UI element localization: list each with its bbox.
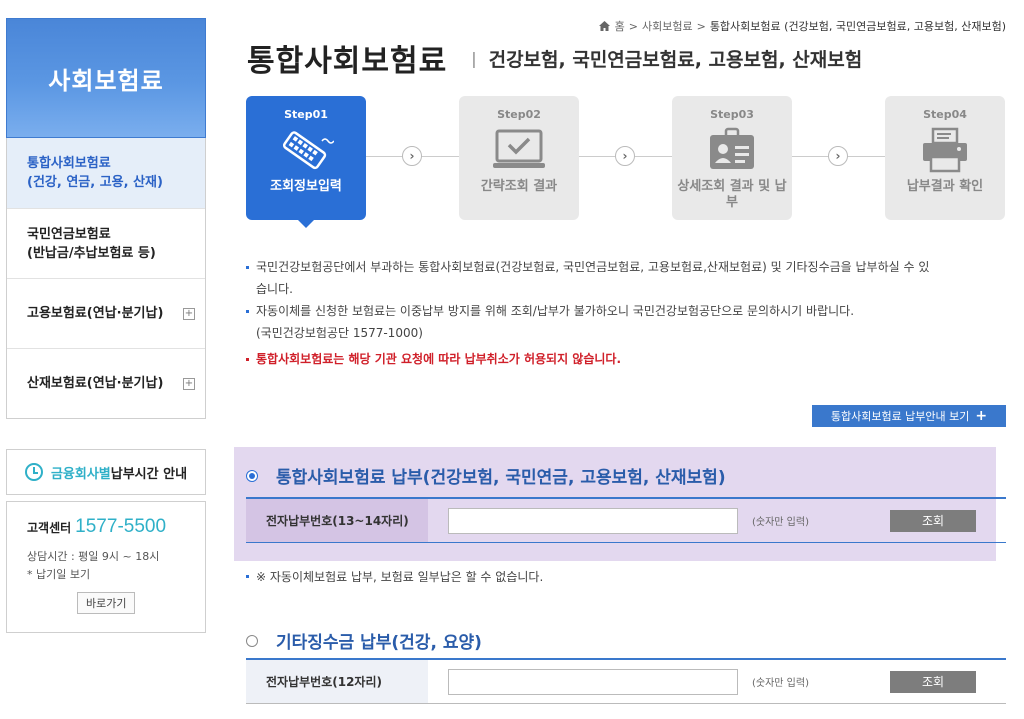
payment-number-row: 전자납부번호(12자리) (숫자만 입력) 조회 bbox=[246, 658, 1006, 704]
step-3: Step03 상세조회 결과 및 납부 bbox=[672, 96, 792, 220]
chevron-right-icon: › bbox=[615, 146, 635, 166]
title-separator: | bbox=[471, 48, 477, 68]
breadcrumb-separator: > bbox=[628, 19, 638, 33]
other-payment-section: 기타징수금 납부(건강, 요양) 전자납부번호(12자리) (숫자만 입력) 조… bbox=[234, 612, 1006, 719]
step-label: 상세조회 결과 및 납부 bbox=[677, 179, 787, 210]
sidebar-menu: 통합사회보험료 (건강, 연금, 고용, 산재) 국민연금보험료 (반납금/추납… bbox=[6, 138, 206, 419]
payment-number-input[interactable] bbox=[448, 668, 738, 695]
guide-button-label: 통합사회보험료 납부안내 보기 bbox=[830, 410, 970, 423]
notice-item-cont: (국민건강보험공단 1577-1000) bbox=[256, 326, 423, 340]
notice-item: 자동이체를 신청한 보험료는 이중납부 방지를 위해 조회/납부가 불가하오니 … bbox=[246, 300, 1006, 322]
notice-warning: 통합사회보험료는 해당 기관 요청에 따라 납부취소가 허용되지 않습니다. bbox=[246, 348, 1006, 370]
plus-icon: + bbox=[975, 408, 988, 424]
payment-number-input[interactable] bbox=[448, 507, 738, 534]
customer-center: 고객센터 1577-5500 상담시간 : 평일 9시 ~ 18시 * 납기일 … bbox=[6, 501, 206, 633]
breadcrumb-level1[interactable]: 사회보험료 bbox=[642, 18, 693, 34]
time-notice-highlight: 금융회사별 bbox=[50, 466, 111, 482]
notice-item: 국민건강보험공단에서 부과하는 통합사회보험료(건강보험료, 국민연금보험료, … bbox=[246, 256, 1006, 278]
step-progress: › › › Step01 조회정보입력 Step02 간략조회 결과 Step0… bbox=[246, 96, 1006, 228]
notice-item: ※ 자동이체보험료 납부, 보험료 일부납은 할 수 없습니다. bbox=[246, 568, 543, 585]
step-label: 조회정보입력 bbox=[270, 179, 342, 194]
expand-plus-icon[interactable]: + bbox=[183, 307, 195, 320]
monitor-check-icon bbox=[493, 129, 545, 168]
payment-guide-button[interactable]: 통합사회보험료 납부안내 보기 + bbox=[812, 405, 1006, 427]
sidebar-item-sublabel: (건강, 연금, 고용, 산재) bbox=[27, 175, 163, 190]
search-button[interactable]: 조회 bbox=[890, 509, 976, 532]
time-notice-text: 납부시간 안내 bbox=[110, 466, 188, 482]
radio-selected[interactable] bbox=[246, 469, 258, 482]
sidebar-item-label: 통합사회보험료 bbox=[27, 156, 111, 171]
expand-plus-icon[interactable]: + bbox=[183, 377, 195, 390]
step-number: Step01 bbox=[284, 108, 328, 121]
sidebar-item-pension[interactable]: 국민연금보험료 (반납금/추납보험료 등) bbox=[7, 208, 205, 278]
input-hint: (숫자만 입력) bbox=[752, 517, 809, 528]
step-number: Step04 bbox=[923, 108, 967, 121]
integrated-payment-section: 통합사회보험료 납부(건강보험, 국민연금, 고용보험, 산재보험) 전자납부번… bbox=[234, 447, 1006, 561]
notice-list: 국민건강보험공단에서 부과하는 통합사회보험료(건강보험료, 국민연금보험료, … bbox=[246, 256, 1006, 370]
go-button[interactable]: 바로가기 bbox=[77, 592, 136, 614]
payment-time-notice-link[interactable]: 금융회사별 납부시간 안내 bbox=[6, 449, 206, 495]
notice-item-cont: 습니다. bbox=[256, 282, 293, 296]
step-label: 간략조회 결과 bbox=[480, 179, 558, 194]
section-title[interactable]: 통합사회보험료 납부(건강보험, 국민연금, 고용보험, 산재보험) bbox=[246, 463, 726, 488]
customer-center-label: 고객센터 bbox=[27, 521, 72, 535]
sidebar-item-sublabel: (반납금/추납보험료 등) bbox=[27, 245, 156, 261]
step-number: Step03 bbox=[710, 108, 754, 121]
consult-hours: 상담시간 : 평일 9시 ~ 18시 bbox=[27, 550, 160, 563]
customer-center-phone: 1577-5500 bbox=[75, 516, 167, 537]
section-title-text: 통합사회보험료 납부(건강보험, 국민연금, 고용보험, 산재보험) bbox=[276, 468, 726, 488]
page: 사회보험료 통합사회보험료 (건강, 연금, 고용, 산재) 국민연금보험료 (… bbox=[0, 0, 1024, 719]
due-date-link[interactable]: * 납기일 보기 bbox=[27, 566, 205, 584]
section-title-text: 기타징수금 납부(건강, 요양) bbox=[276, 633, 482, 653]
chevron-right-icon: › bbox=[402, 146, 422, 166]
search-button[interactable]: 조회 bbox=[890, 670, 976, 693]
sidebar-item-label: 국민연금보험료 bbox=[27, 226, 111, 242]
id-card-icon bbox=[710, 127, 754, 169]
page-title: 통합사회보험료 bbox=[247, 44, 448, 79]
step-number: Step02 bbox=[497, 108, 541, 121]
breadcrumb-home[interactable]: 홈 bbox=[615, 18, 625, 34]
sidebar-item-label: 고용보험료(연납·분기납) bbox=[27, 306, 164, 321]
home-icon[interactable] bbox=[598, 21, 610, 31]
radio-unselected[interactable] bbox=[246, 634, 258, 647]
clock-icon bbox=[24, 463, 43, 481]
section-title[interactable]: 기타징수금 납부(건강, 요양) bbox=[246, 628, 482, 653]
step-label: 납부결과 확인 bbox=[906, 179, 984, 194]
printer-icon bbox=[923, 127, 967, 173]
sidebar: 사회보험료 통합사회보험료 (건강, 연금, 고용, 산재) 국민연금보험료 (… bbox=[6, 18, 206, 633]
sidebar-item-employment[interactable]: 고용보험료(연납·분기납) + bbox=[7, 278, 205, 348]
page-title-area: 통합사회보험료 | 건강보험, 국민연금보험료, 고용보험, 산재보험 bbox=[247, 36, 862, 80]
sidebar-item-integrated[interactable]: 통합사회보험료 (건강, 연금, 고용, 산재) bbox=[7, 138, 205, 208]
sidebar-header: 사회보험료 bbox=[6, 18, 206, 138]
chevron-right-icon: › bbox=[828, 146, 848, 166]
breadcrumb: 홈 > 사회보험료 > 통합사회보험료 (건강보험, 국민연금보험료, 고용보험… bbox=[598, 18, 1006, 34]
keyboard-input-icon bbox=[282, 131, 334, 170]
field-label: 전자납부번호(12자리) bbox=[246, 660, 428, 703]
field-label: 전자납부번호(13~14자리) bbox=[246, 499, 428, 542]
breadcrumb-separator: > bbox=[696, 19, 706, 33]
step-2: Step02 간략조회 결과 bbox=[459, 96, 579, 220]
step-4: Step04 납부결과 확인 bbox=[885, 96, 1005, 220]
breadcrumb-current: 통합사회보험료 (건강보험, 국민연금보험료, 고용보험, 산재보험) bbox=[709, 20, 1006, 33]
step-1: Step01 조회정보입력 bbox=[246, 96, 366, 228]
page-subtitle: 건강보험, 국민연금보험료, 고용보험, 산재보험 bbox=[488, 48, 863, 71]
sidebar-item-label: 산재보험료(연납·분기납) bbox=[27, 376, 164, 391]
input-hint: (숫자만 입력) bbox=[752, 678, 809, 689]
payment-number-row: 전자납부번호(13~14자리) (숫자만 입력) 조회 bbox=[246, 497, 1006, 543]
sidebar-item-industrial[interactable]: 산재보험료(연납·분기납) + bbox=[7, 348, 205, 418]
